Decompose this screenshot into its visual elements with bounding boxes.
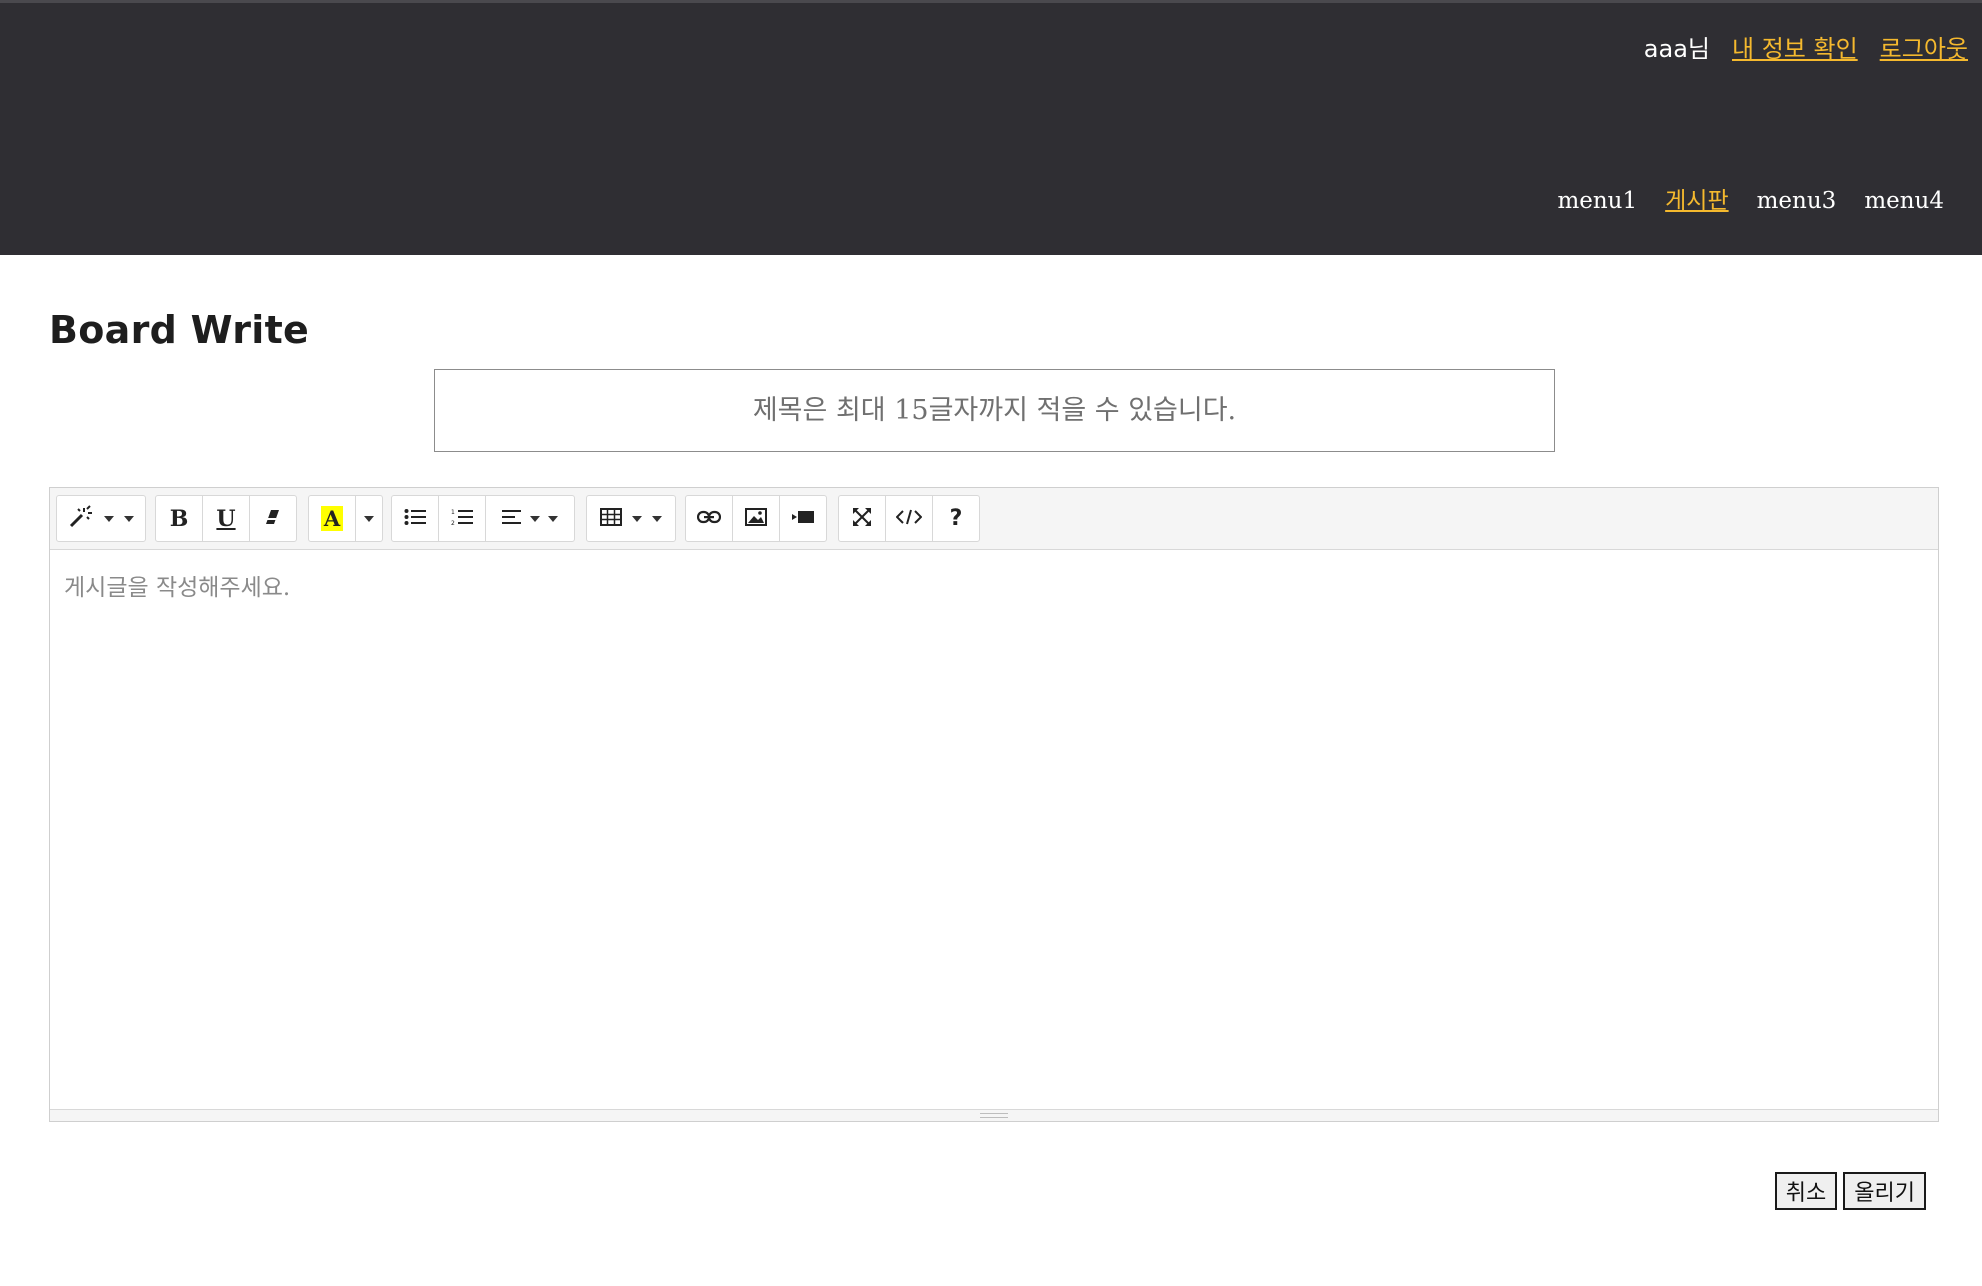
- cancel-button[interactable]: 취소: [1774, 1172, 1838, 1210]
- help-icon: ?: [949, 506, 963, 531]
- nav-item-board[interactable]: 게시판: [1665, 181, 1728, 215]
- ordered-list-button[interactable]: 12: [438, 495, 486, 542]
- editor-resize-handle[interactable]: [50, 1109, 1938, 1121]
- svg-text:1: 1: [451, 509, 455, 516]
- help-button[interactable]: ?: [932, 495, 980, 542]
- unordered-list-icon: [404, 508, 426, 530]
- color-group: A: [308, 495, 383, 542]
- main-nav: menu1 게시판 menu3 menu4: [1557, 181, 1944, 215]
- svg-text:2: 2: [451, 520, 455, 526]
- style-dropdown-button[interactable]: [56, 495, 146, 542]
- my-info-link[interactable]: 내 정보 확인: [1732, 29, 1858, 64]
- nav-item-menu4[interactable]: menu4: [1864, 188, 1944, 214]
- content-placeholder: 게시글을 작성해주세요.: [64, 575, 291, 601]
- align-icon: [502, 509, 522, 529]
- font-group: B U: [155, 495, 297, 542]
- site-header: aaa님 내 정보 확인 로그아웃 menu1 게시판 menu3 menu4: [0, 0, 1982, 255]
- chevron-down-icon: [548, 515, 558, 522]
- table-icon: [600, 507, 622, 530]
- ordered-list-icon: 12: [451, 508, 473, 530]
- clear-format-button[interactable]: [249, 495, 297, 542]
- underline-button[interactable]: U: [202, 495, 250, 542]
- paragraph-group: 12: [391, 495, 575, 542]
- caret-down-icon: [104, 515, 114, 522]
- user-bar: aaa님 내 정보 확인 로그아웃: [1644, 29, 1968, 64]
- table-group: [586, 495, 676, 542]
- underline-icon: U: [216, 505, 236, 532]
- video-button[interactable]: [779, 495, 827, 542]
- font-color-button[interactable]: A: [308, 495, 356, 542]
- color-dropdown-button[interactable]: [355, 495, 383, 542]
- fullscreen-icon: [852, 507, 872, 531]
- caret-down-icon: [530, 515, 540, 522]
- table-dropdown-button[interactable]: [586, 495, 676, 542]
- magic-wand-icon: [68, 504, 94, 533]
- bold-icon: B: [169, 505, 189, 532]
- align-dropdown-button[interactable]: [485, 495, 575, 542]
- logout-link[interactable]: 로그아웃: [1880, 29, 1968, 64]
- form-actions: 취소 올리기: [1774, 1172, 1926, 1210]
- view-group: ?: [838, 495, 980, 542]
- code-view-icon: [895, 509, 923, 529]
- insert-group: [685, 495, 827, 542]
- chevron-down-icon: [652, 515, 662, 522]
- picture-button[interactable]: [732, 495, 780, 542]
- chevron-down-icon: [124, 515, 134, 522]
- nav-item-menu3[interactable]: menu3: [1757, 188, 1837, 214]
- eraser-icon: [263, 508, 283, 530]
- picture-icon: [745, 507, 767, 530]
- fullscreen-button[interactable]: [838, 495, 886, 542]
- link-icon: [696, 509, 722, 528]
- page-title: Board Write: [49, 308, 310, 352]
- code-view-button[interactable]: [885, 495, 933, 542]
- rich-text-editor: B U A 1 2 ? 게시글을 작성해주세요.: [49, 487, 1939, 1122]
- style-group: [56, 495, 146, 542]
- user-greeting: aaa님: [1643, 35, 1710, 63]
- nav-item-menu1[interactable]: menu1: [1557, 188, 1637, 214]
- caret-down-icon: [364, 515, 374, 522]
- grip-icon: [980, 1113, 1008, 1118]
- submit-button[interactable]: 올리기: [1843, 1172, 1926, 1210]
- unordered-list-button[interactable]: [391, 495, 439, 542]
- editor-toolbar: B U A 1 2 ?: [50, 488, 1938, 550]
- caret-down-icon: [632, 515, 642, 522]
- bold-button[interactable]: B: [155, 495, 203, 542]
- font-color-icon: A: [320, 506, 344, 531]
- video-icon: [792, 509, 814, 528]
- link-button[interactable]: [685, 495, 733, 542]
- title-input[interactable]: [434, 369, 1555, 452]
- content-editor[interactable]: 게시글을 작성해주세요.: [50, 550, 1938, 1110]
